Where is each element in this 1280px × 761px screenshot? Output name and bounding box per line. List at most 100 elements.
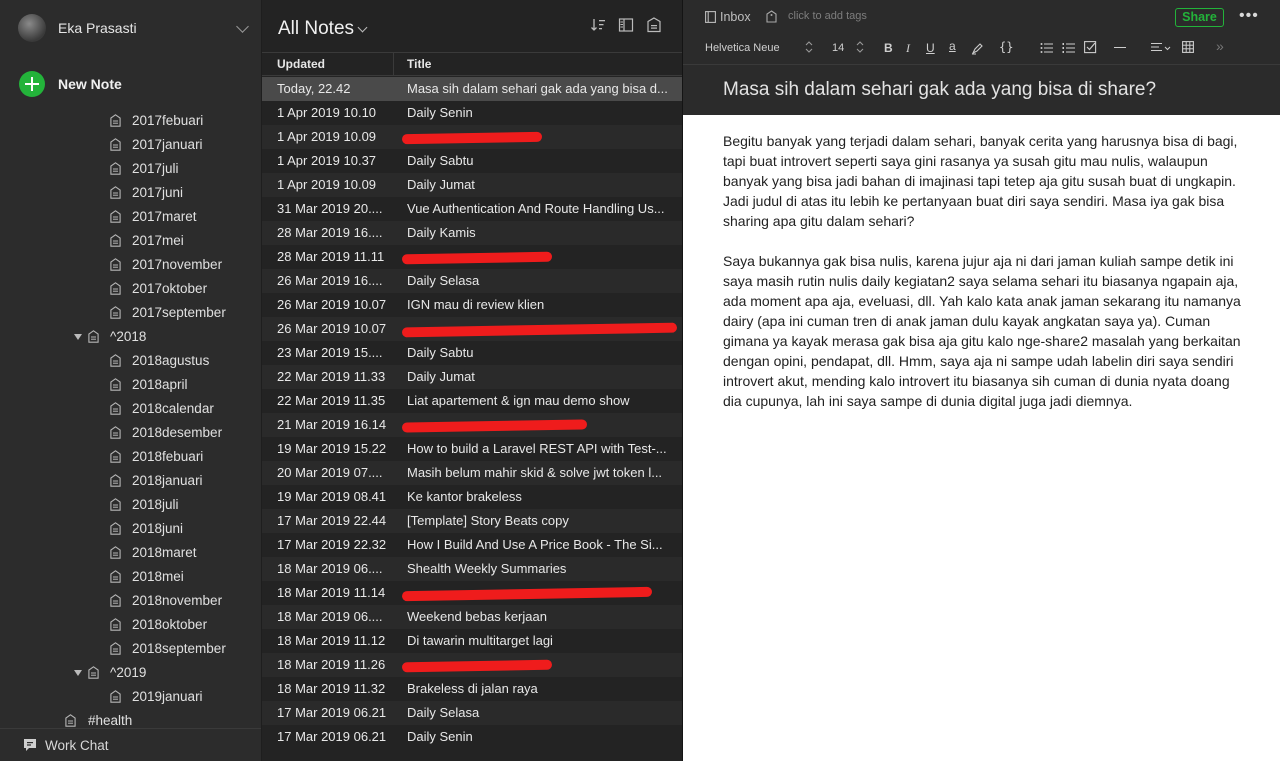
note-row[interactable]: 22 Mar 2019 11.35 Liat apartement & ign m…: [262, 389, 682, 413]
work-chat-label: Work Chat: [45, 737, 109, 753]
sidebar-notebook-item[interactable]: 2017juni: [0, 181, 261, 205]
more-options-icon[interactable]: •••: [1239, 7, 1259, 25]
notebook-label: 2017febuari: [132, 113, 204, 128]
note-row[interactable]: 1 Apr 2019 10.37 Daily Sabtu: [262, 149, 682, 173]
sidebar-notebook-item[interactable]: 2018april: [0, 373, 261, 397]
view-options-icon[interactable]: [618, 17, 634, 38]
italic-button[interactable]: I: [906, 41, 910, 56]
sidebar-notebook-item[interactable]: 2018juni: [0, 517, 261, 541]
notebook-stack-icon: [110, 522, 121, 535]
notebook-label: 2017januari: [132, 137, 203, 152]
notebook-selector[interactable]: Inbox: [705, 10, 751, 24]
sidebar-notebook-item[interactable]: 2017febuari: [0, 109, 261, 133]
notebook-label: 2018agustus: [132, 353, 210, 368]
numbered-list-icon[interactable]: [1062, 42, 1075, 57]
note-title-cell: How I Build And Use A Price Book - The S…: [407, 537, 663, 552]
note-date: 18 Mar 2019 11.32: [277, 681, 386, 696]
sidebar-notebook-item[interactable]: 2018agustus: [0, 349, 261, 373]
account-switcher[interactable]: Eka Prasasti: [18, 13, 249, 43]
note-list-header: All Notes: [262, 0, 682, 52]
divider-icon[interactable]: [1114, 47, 1126, 48]
underline-button[interactable]: U: [926, 41, 935, 55]
note-row[interactable]: 28 Mar 2019 11.11: [262, 245, 682, 269]
sidebar-notebook-item[interactable]: 2017september: [0, 301, 261, 325]
expand-caret-icon[interactable]: [74, 670, 82, 676]
checklist-icon[interactable]: [1084, 41, 1097, 57]
note-row[interactable]: 17 Mar 2019 06.21 Daily Senin: [262, 725, 682, 749]
font-size-select[interactable]: 14: [832, 42, 844, 54]
note-row[interactable]: 1 Apr 2019 10.09: [262, 125, 682, 149]
sidebar-notebook-item[interactable]: ^2018: [0, 325, 261, 349]
note-row[interactable]: 28 Mar 2019 16.... Daily Kamis: [262, 221, 682, 245]
note-row[interactable]: 26 Mar 2019 10.07: [262, 317, 682, 341]
new-note-label: New Note: [58, 76, 122, 92]
note-row[interactable]: 17 Mar 2019 06.21 Daily Selasa: [262, 701, 682, 725]
note-body[interactable]: Begitu banyak yang terjadi dalam sehari,…: [723, 131, 1243, 431]
notebook-label: #health: [88, 713, 133, 728]
sidebar-notebook-item[interactable]: 2017mei: [0, 229, 261, 253]
up-down-icon: [856, 40, 864, 57]
note-row[interactable]: 18 Mar 2019 06.... Shealth Weekly Summari…: [262, 557, 682, 581]
sidebar-notebook-item[interactable]: 2018calendar: [0, 397, 261, 421]
sidebar-notebook-item[interactable]: 2017november: [0, 253, 261, 277]
note-row[interactable]: 1 Apr 2019 10.10 Daily Senin: [262, 101, 682, 125]
note-row[interactable]: 18 Mar 2019 11.12 Di tawarin multitarget …: [262, 629, 682, 653]
sidebar-notebook-item[interactable]: 2017juli: [0, 157, 261, 181]
note-row[interactable]: 23 Mar 2019 15.... Daily Sabtu: [262, 341, 682, 365]
note-row[interactable]: 31 Mar 2019 20.... Vue Authentication And…: [262, 197, 682, 221]
sidebar-notebook-item[interactable]: 2018febuari: [0, 445, 261, 469]
text-color-button[interactable]: a: [949, 39, 956, 53]
code-block-icon[interactable]: {}: [999, 40, 1013, 54]
note-row[interactable]: 19 Mar 2019 15.22 How to build a Laravel …: [262, 437, 682, 461]
work-chat-button[interactable]: Work Chat: [0, 728, 261, 761]
align-icon[interactable]: [1151, 42, 1171, 57]
font-family-select[interactable]: Helvetica Neue: [705, 42, 780, 54]
note-row[interactable]: 18 Mar 2019 11.32 Brakeless di jalan raya: [262, 677, 682, 701]
column-updated[interactable]: Updated: [277, 57, 325, 71]
avatar: [18, 14, 46, 42]
more-tools-icon[interactable]: »: [1216, 38, 1224, 54]
sidebar-notebook-item[interactable]: 2018mei: [0, 565, 261, 589]
note-row[interactable]: 18 Mar 2019 11.14: [262, 581, 682, 605]
notebook-label: 2017mei: [132, 233, 184, 248]
stack-icon[interactable]: [647, 17, 661, 38]
new-note-button[interactable]: New Note: [19, 71, 122, 97]
note-title[interactable]: Masa sih dalam sehari gak ada yang bisa …: [723, 79, 1156, 101]
sidebar-notebook-item[interactable]: 2018juli: [0, 493, 261, 517]
bullet-list-icon[interactable]: [1040, 42, 1053, 57]
highlighter-icon[interactable]: [971, 42, 984, 58]
sidebar-notebook-item[interactable]: 2018oktober: [0, 613, 261, 637]
notebook-stack-icon: [110, 402, 121, 415]
note-row[interactable]: 19 Mar 2019 08.41 Ke kantor brakeless: [262, 485, 682, 509]
sidebar-notebook-item[interactable]: 2018desember: [0, 421, 261, 445]
note-row[interactable]: 21 Mar 2019 16.14: [262, 413, 682, 437]
note-row[interactable]: Today, 22.42 Masa sih dalam sehari gak ad…: [262, 77, 682, 101]
sidebar-notebook-item[interactable]: 2019januari: [0, 685, 261, 709]
note-list-title[interactable]: All Notes: [278, 18, 354, 40]
expand-caret-icon[interactable]: [74, 334, 82, 340]
sidebar-notebook-item[interactable]: 2017januari: [0, 133, 261, 157]
sidebar-notebook-item[interactable]: 2018januari: [0, 469, 261, 493]
sidebar-notebook-item[interactable]: ^2019: [0, 661, 261, 685]
note-row[interactable]: 17 Mar 2019 22.32 How I Build And Use A P…: [262, 533, 682, 557]
sidebar-notebook-item[interactable]: 2018maret: [0, 541, 261, 565]
sort-icon[interactable]: [590, 17, 606, 38]
sidebar-notebook-item[interactable]: 2018september: [0, 637, 261, 661]
note-row[interactable]: 26 Mar 2019 10.07 IGN mau di review klien: [262, 293, 682, 317]
bold-button[interactable]: B: [884, 41, 893, 55]
sidebar-notebook-item[interactable]: 2018november: [0, 589, 261, 613]
note-row[interactable]: 22 Mar 2019 11.33 Daily Jumat: [262, 365, 682, 389]
sidebar-notebook-item[interactable]: 2017oktober: [0, 277, 261, 301]
note-row[interactable]: 17 Mar 2019 22.44 [Template] Story Beats …: [262, 509, 682, 533]
table-icon[interactable]: [1182, 41, 1194, 56]
sidebar-notebook-item[interactable]: 2017maret: [0, 205, 261, 229]
note-row[interactable]: 18 Mar 2019 06.... Weekend bebas kerjaan: [262, 605, 682, 629]
note-date: 20 Mar 2019 07....: [277, 465, 383, 480]
tags-input[interactable]: click to add tags: [788, 10, 867, 22]
note-row[interactable]: 26 Mar 2019 16.... Daily Selasa: [262, 269, 682, 293]
note-row[interactable]: 18 Mar 2019 11.26: [262, 653, 682, 677]
column-title[interactable]: Title: [407, 57, 431, 71]
share-button[interactable]: Share: [1175, 8, 1224, 27]
note-row[interactable]: 20 Mar 2019 07.... Masih belum mahir skid…: [262, 461, 682, 485]
note-row[interactable]: 1 Apr 2019 10.09 Daily Jumat: [262, 173, 682, 197]
